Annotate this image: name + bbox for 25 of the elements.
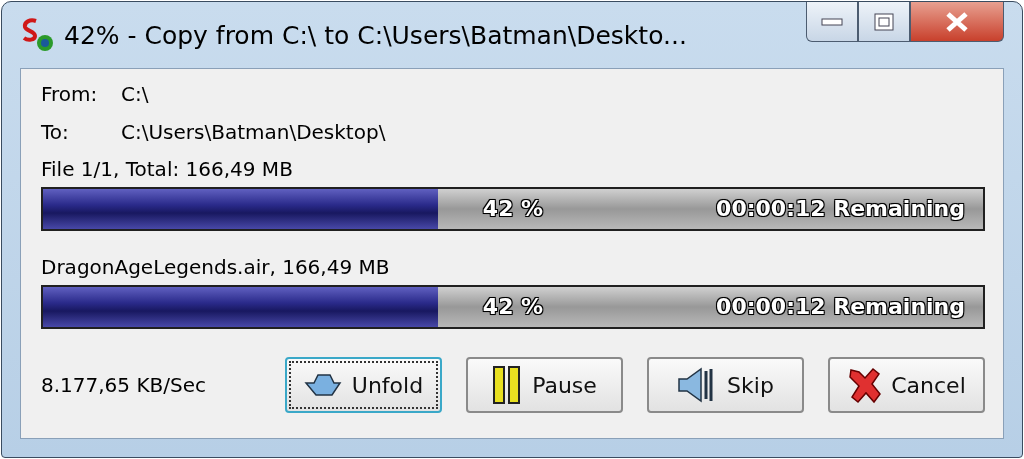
action-button[interactable]: Cancel <box>828 357 985 413</box>
restore-icon <box>873 11 895 32</box>
path-label: To: <box>41 120 70 144</box>
remaining-text: 00:00:12 Remaining <box>716 196 965 221</box>
pause-icon <box>492 365 523 405</box>
action-button[interactable]: Pause <box>466 357 623 413</box>
app-icon <box>20 17 56 53</box>
path-value: C:\Users\Batman\Desktop\ <box>121 120 386 144</box>
action-button[interactable]: Skip <box>647 357 804 413</box>
close-icon <box>945 10 969 33</box>
cross-icon <box>847 366 882 404</box>
minimize-icon <box>821 16 843 27</box>
transfer-speed: 8.177,65 KB/Sec <box>41 373 207 397</box>
percent-text: 42 % <box>482 294 544 319</box>
path-label: From: <box>41 82 99 106</box>
minimize-button[interactable] <box>806 2 858 42</box>
action-button[interactable]: Unfold <box>285 357 442 413</box>
restore-button[interactable] <box>858 2 910 42</box>
progress-caption: File 1/1, Total: 166,49 MB <box>41 156 294 183</box>
window-title: 42% - Copy from C:\ to C:\Users\Batman\Deskto... <box>64 20 688 50</box>
path-value: C:\ <box>121 82 149 106</box>
remaining-text: 00:00:12 Remaining <box>716 294 965 319</box>
close-button[interactable] <box>910 2 1004 42</box>
percent-text: 42 % <box>482 196 544 221</box>
progress-caption: DragonAgeLegends.air, 166,49 MB <box>41 254 391 281</box>
